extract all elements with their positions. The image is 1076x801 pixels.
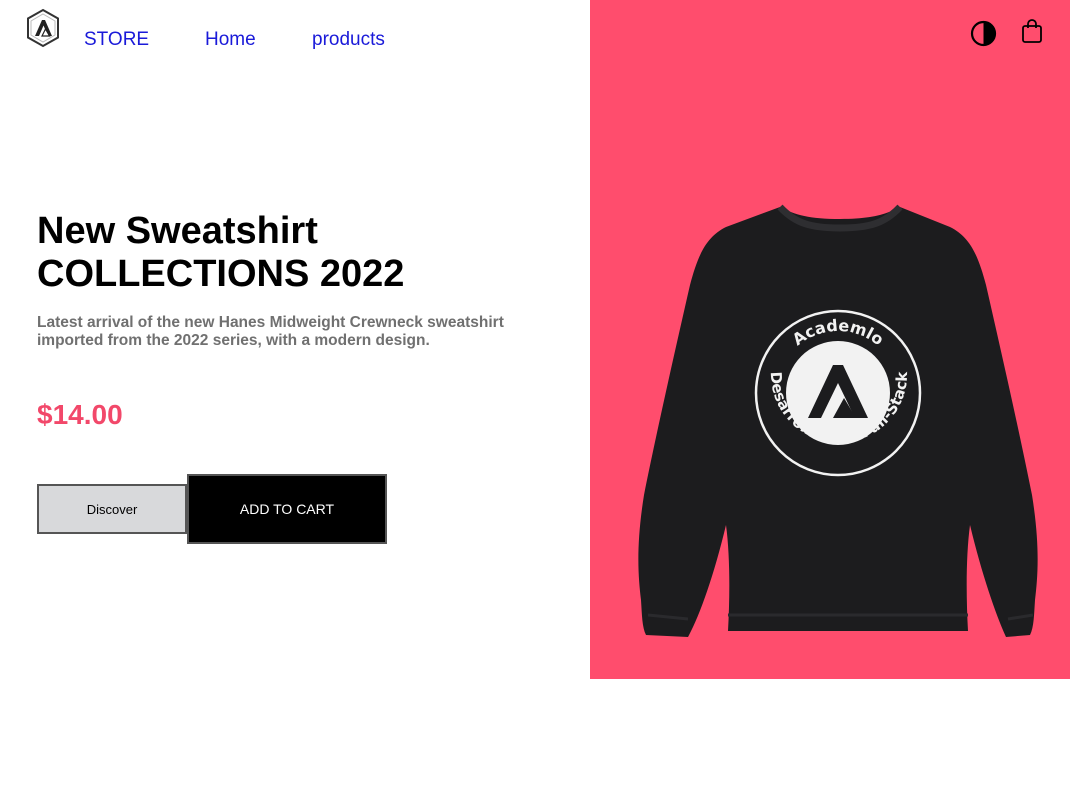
- hero-title: New Sweatshirt COLLECTIONS 2022: [37, 210, 557, 296]
- hero-title-line1: New Sweatshirt: [37, 210, 318, 252]
- nav-products-link[interactable]: products: [312, 29, 385, 51]
- hero-description: Latest arrival of the new Hanes Midweigh…: [37, 314, 504, 349]
- discover-button[interactable]: Discover: [37, 484, 187, 534]
- product-price: $14.00: [37, 399, 123, 430]
- hero-title-line2: COLLECTIONS 2022: [37, 253, 405, 295]
- nav-home-link[interactable]: Home: [205, 29, 256, 51]
- nav-store-link[interactable]: STORE: [84, 29, 149, 51]
- shopping-bag-icon[interactable]: [1020, 18, 1044, 44]
- sweatshirt-product-image: Academlo Desarrollo Web Full-Stack: [638, 204, 1038, 637]
- add-to-cart-button[interactable]: ADD TO CART: [187, 474, 387, 544]
- theme-toggle-icon[interactable]: [970, 20, 997, 47]
- logo-icon[interactable]: [25, 8, 61, 48]
- page: STORE Home products New Sweatshirt COLLE…: [0, 0, 1076, 801]
